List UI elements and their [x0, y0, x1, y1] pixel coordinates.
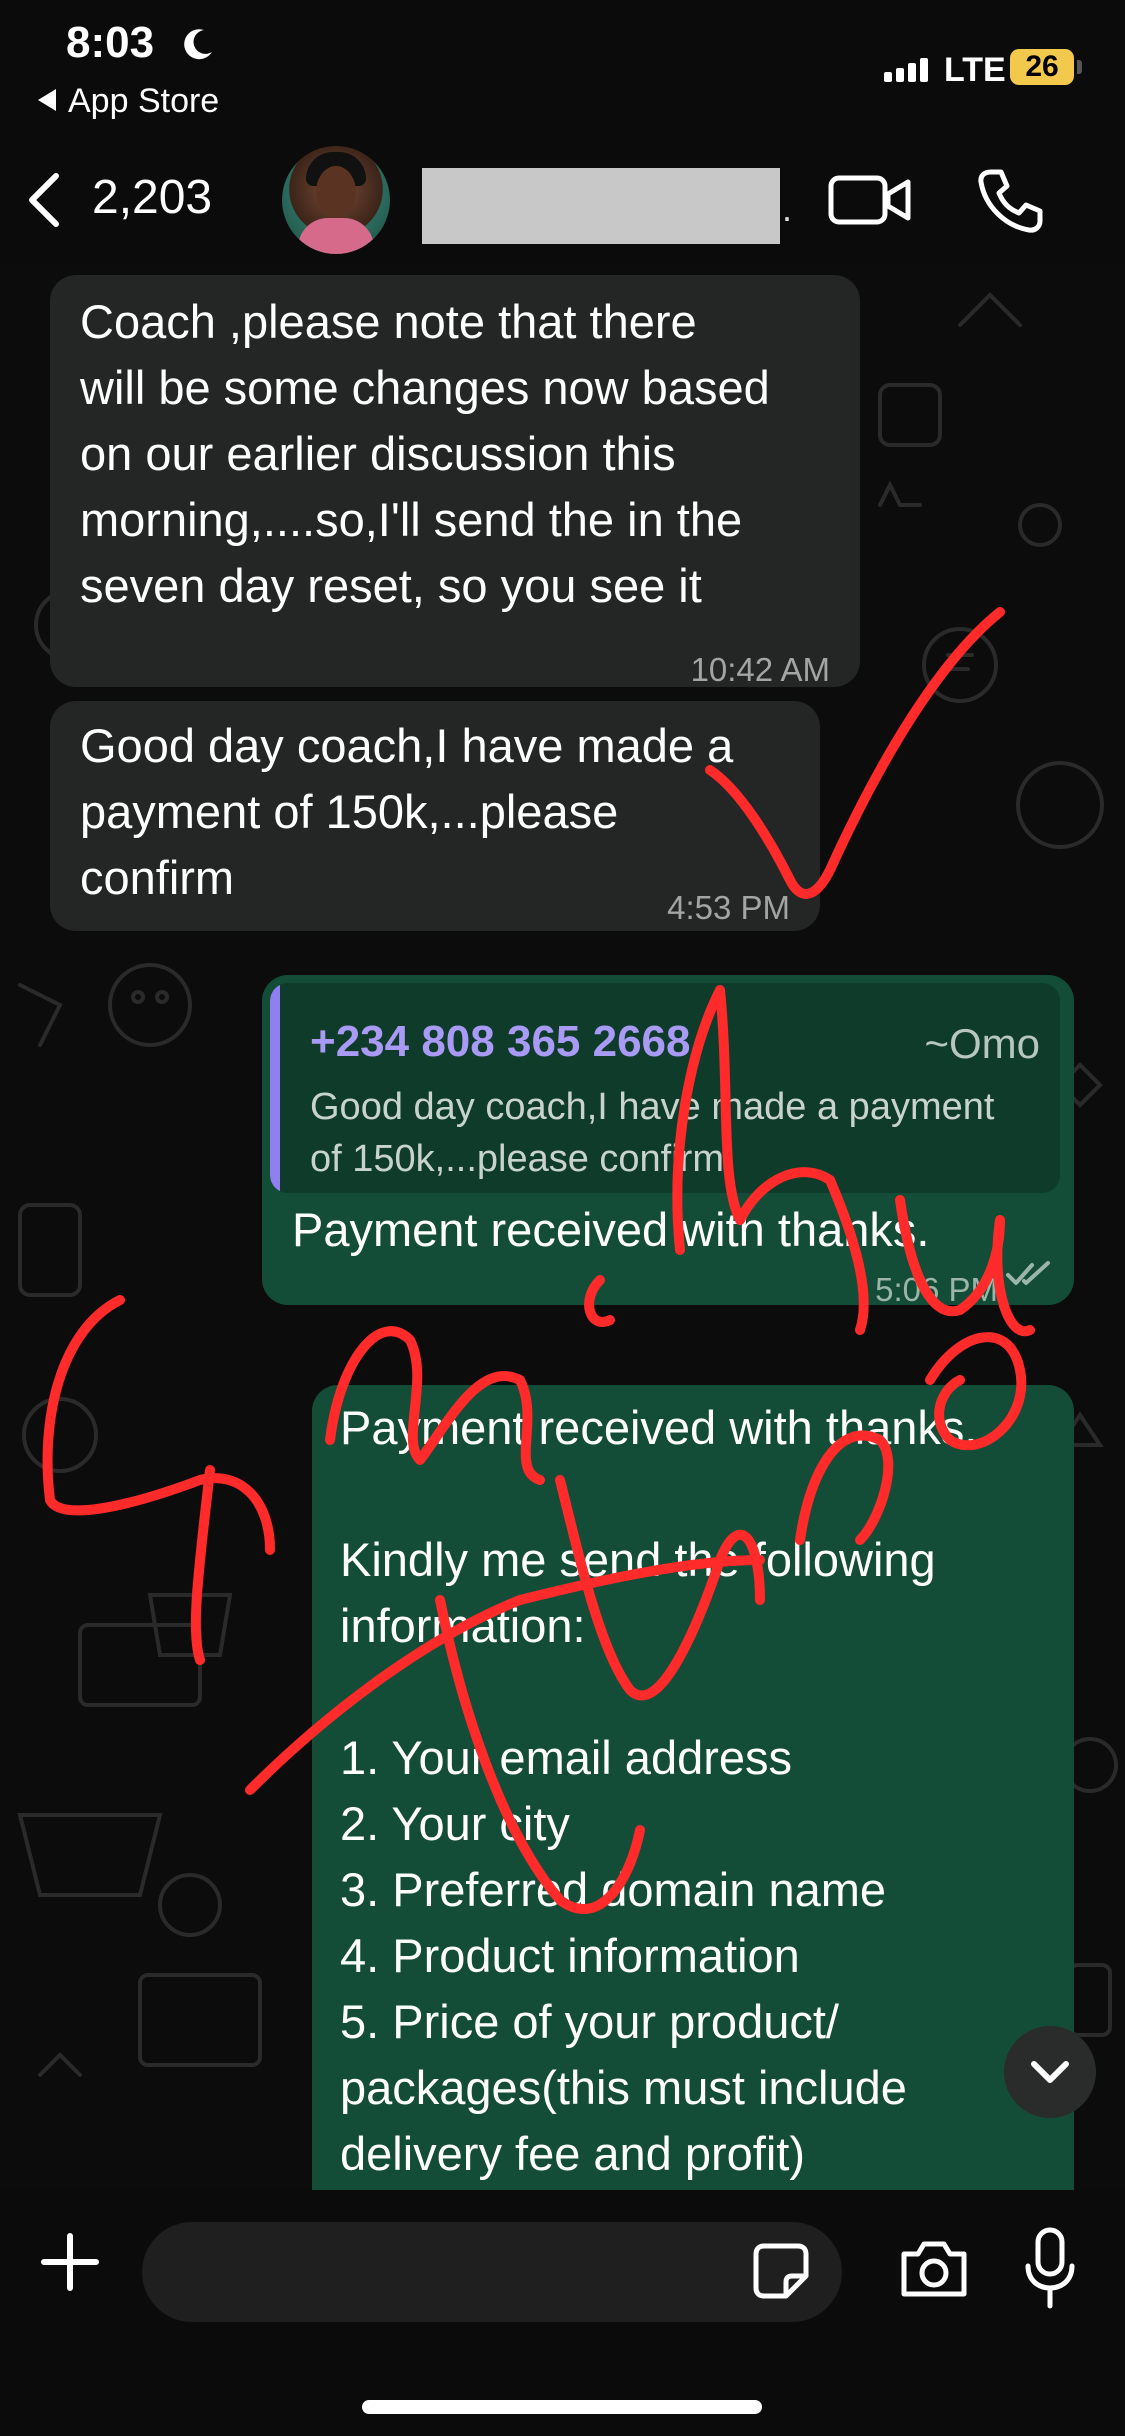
quote-sender: +234 808 365 2668 [310, 1017, 691, 1066]
battery-level: 26 [1010, 49, 1074, 85]
moon-icon [184, 29, 212, 60]
sticker-icon[interactable] [750, 2240, 812, 2302]
network-type: LTE [944, 51, 1006, 89]
avatar-face [316, 166, 356, 218]
quote-text: Good day coach,I have made a payment of … [310, 1086, 995, 1180]
message-bubble-outgoing[interactable]: +234 808 365 2668 ~Omo Good day coach,I … [262, 975, 1074, 1308]
status-bar: 8:03 App Store LTE 26 [0, 0, 1125, 140]
contact-name-dot: . [782, 188, 793, 229]
home-indicator[interactable] [362, 2400, 762, 2414]
contact-name-redacted[interactable] [422, 168, 780, 244]
plus-icon[interactable] [38, 2230, 102, 2294]
quote-sender-name: ~Omo [924, 1020, 1040, 1067]
unread-count[interactable]: 2,203 [92, 170, 212, 225]
chat-header: 2,203 . [0, 140, 1125, 265]
message-bubble-incoming[interactable]: Coach ,please note that there will be so… [50, 275, 860, 688]
back-to-app-link[interactable]: App Store [38, 82, 219, 121]
chat-area[interactable]: Coach ,please note that there will be so… [0, 265, 1125, 2190]
phone-call-icon[interactable] [975, 166, 1045, 236]
message-text: Coach ,please note that there will be so… [80, 295, 770, 612]
quote-accent-bar [270, 983, 280, 1193]
battery-cap [1077, 60, 1082, 74]
composer-bar [0, 2190, 1125, 2436]
back-triangle-icon [38, 89, 56, 112]
back-app-label: App Store [68, 82, 220, 120]
scroll-to-bottom-button[interactable] [1004, 2026, 1096, 2118]
status-time: 8:03 [66, 18, 155, 67]
message-time: 5:06 PM [875, 1271, 998, 1308]
message-input[interactable] [142, 2222, 842, 2322]
message-text: Payment received with thanks. [292, 1203, 930, 1256]
message-time: 10:42 AM [690, 651, 830, 688]
signal-icon [884, 58, 928, 82]
avatar-shirt [298, 218, 374, 254]
message-time: 4:53 PM [667, 889, 790, 926]
message-bubble-incoming[interactable]: Good day coach,I have made a payment of … [50, 701, 820, 931]
video-call-icon[interactable] [828, 170, 912, 230]
back-chevron-icon[interactable] [22, 170, 66, 230]
quoted-reply[interactable]: +234 808 365 2668 ~Omo Good day coach,I … [270, 983, 1060, 1193]
avatar[interactable] [282, 146, 390, 254]
camera-icon[interactable] [898, 2236, 970, 2300]
microphone-icon[interactable] [1022, 2226, 1078, 2310]
double-check-icon [1006, 1261, 1050, 1285]
message-bubble-outgoing[interactable]: Payment received with thanks. Kindly me … [312, 1385, 1074, 2190]
chevron-down-icon [1031, 2061, 1069, 2083]
message-text: Payment received with thanks. Kindly me … [340, 1401, 978, 2180]
